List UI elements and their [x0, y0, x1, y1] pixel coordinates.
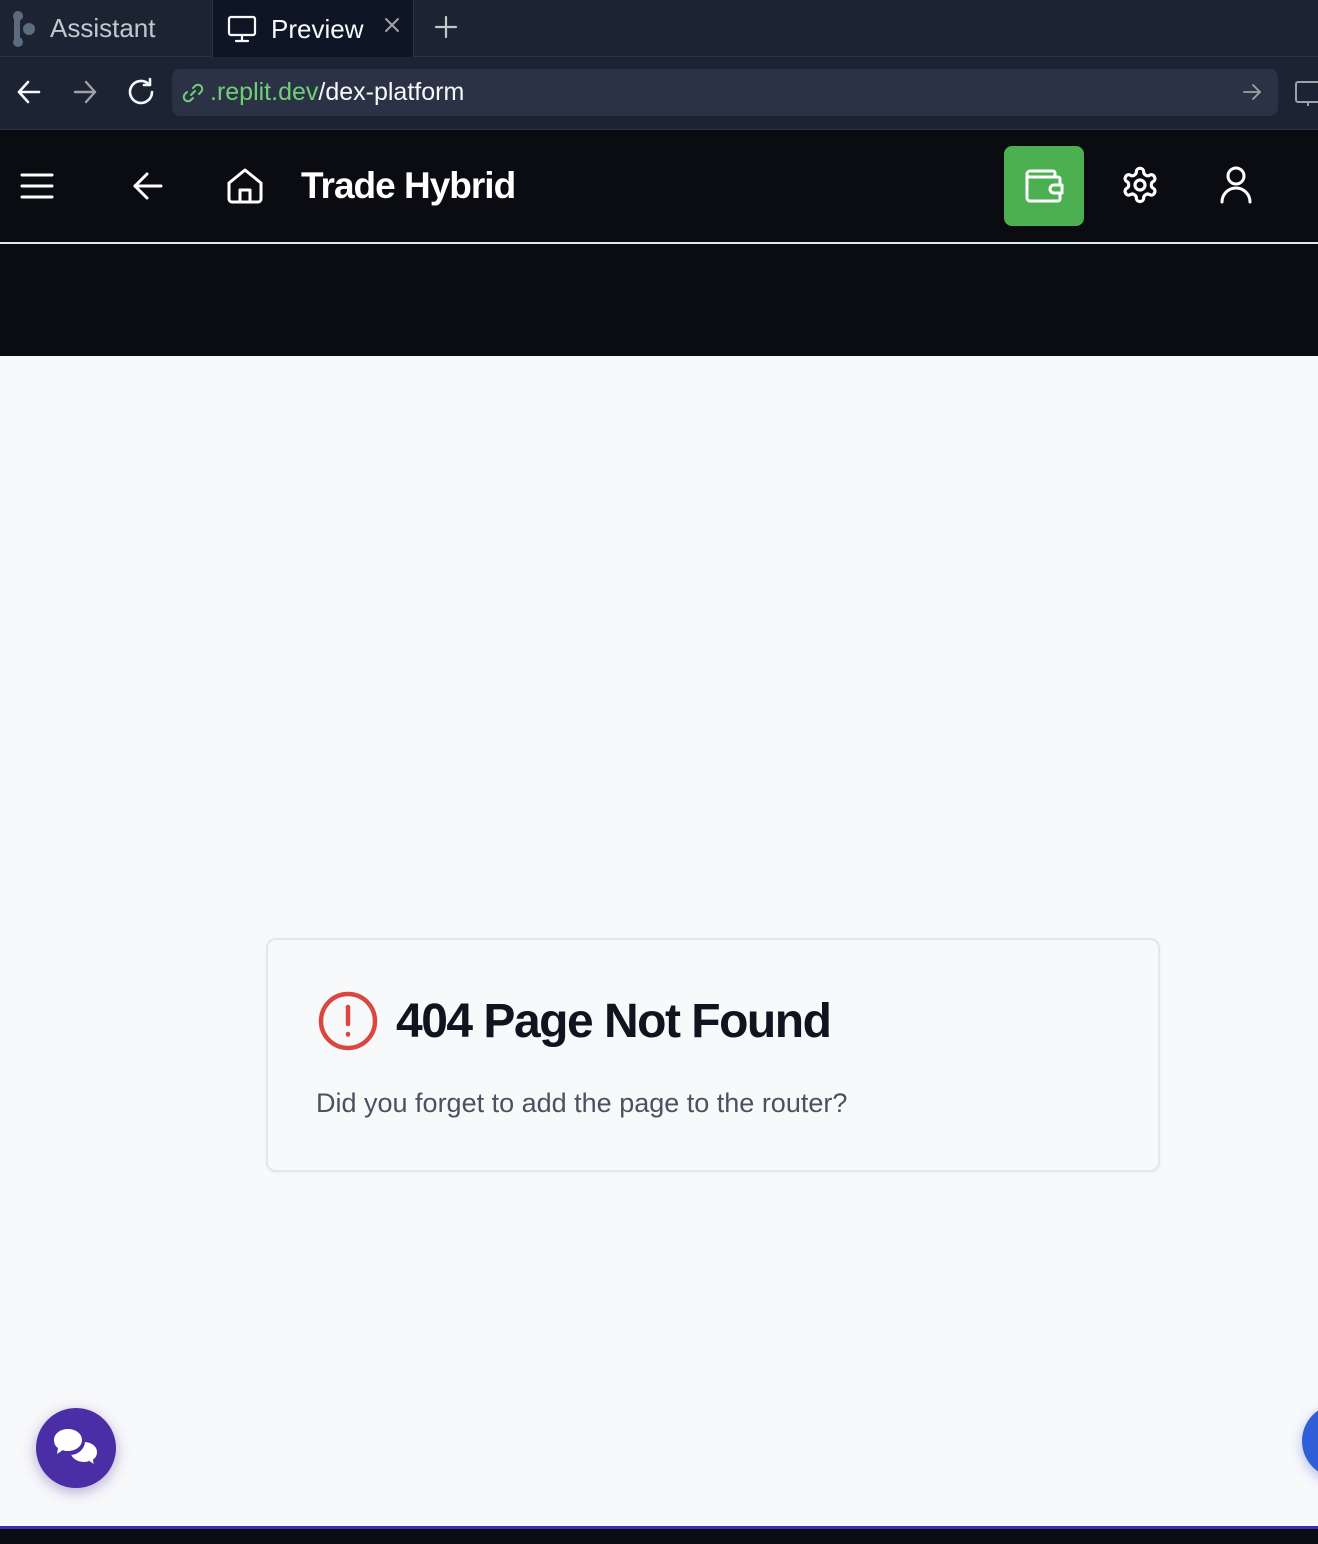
url-text: .replit.dev/dex-platform — [210, 78, 464, 107]
replit-logo-icon — [13, 10, 35, 47]
tab-preview[interactable]: Preview — [212, 0, 414, 58]
tab-assistant[interactable]: Assistant — [0, 0, 212, 57]
tab-preview-label: Preview — [271, 13, 364, 44]
app-title[interactable]: Trade Hybrid — [301, 164, 516, 208]
wallet-button[interactable] — [1004, 146, 1084, 226]
alert-circle-icon — [318, 991, 378, 1051]
url-path: /dex-platform — [318, 78, 465, 106]
not-found-title: 404 Page Not Found — [396, 995, 832, 1048]
url-field[interactable]: .replit.dev/dex-platform — [172, 69, 1278, 116]
assistant-fab[interactable] — [1302, 1404, 1318, 1478]
menu-icon[interactable] — [20, 166, 54, 206]
device-preview-icon[interactable] — [1294, 79, 1318, 107]
not-found-card: 404 Page Not Found Did you forget to add… — [266, 938, 1160, 1172]
preview-url-bar: .replit.dev/dex-platform — [0, 57, 1318, 130]
close-icon[interactable] — [383, 16, 401, 34]
reload-icon[interactable] — [125, 76, 157, 108]
tab-assistant-label: Assistant — [50, 13, 156, 43]
user-icon[interactable] — [1218, 165, 1254, 205]
back-icon[interactable] — [16, 77, 42, 107]
arrow-right-icon[interactable] — [1242, 82, 1262, 102]
gear-icon[interactable] — [1120, 165, 1160, 205]
bottom-bar — [0, 1526, 1318, 1544]
forward-icon[interactable] — [72, 77, 98, 107]
app-header: Trade Hybrid — [0, 130, 1318, 244]
url-host: .replit.dev — [210, 78, 319, 106]
back-arrow-icon[interactable] — [132, 166, 164, 206]
home-icon[interactable] — [225, 166, 265, 206]
chat-button[interactable] — [36, 1408, 116, 1488]
wallet-icon — [1025, 169, 1064, 203]
link-icon — [182, 83, 204, 102]
chat-bubbles-icon — [54, 1429, 100, 1469]
monitor-icon — [227, 15, 257, 43]
not-found-message: Did you forget to add the page to the ro… — [316, 1088, 848, 1118]
header-sub-bar — [0, 244, 1318, 356]
plus-icon[interactable] — [432, 13, 460, 41]
workspace-tab-strip: Assistant Preview — [0, 0, 1318, 58]
